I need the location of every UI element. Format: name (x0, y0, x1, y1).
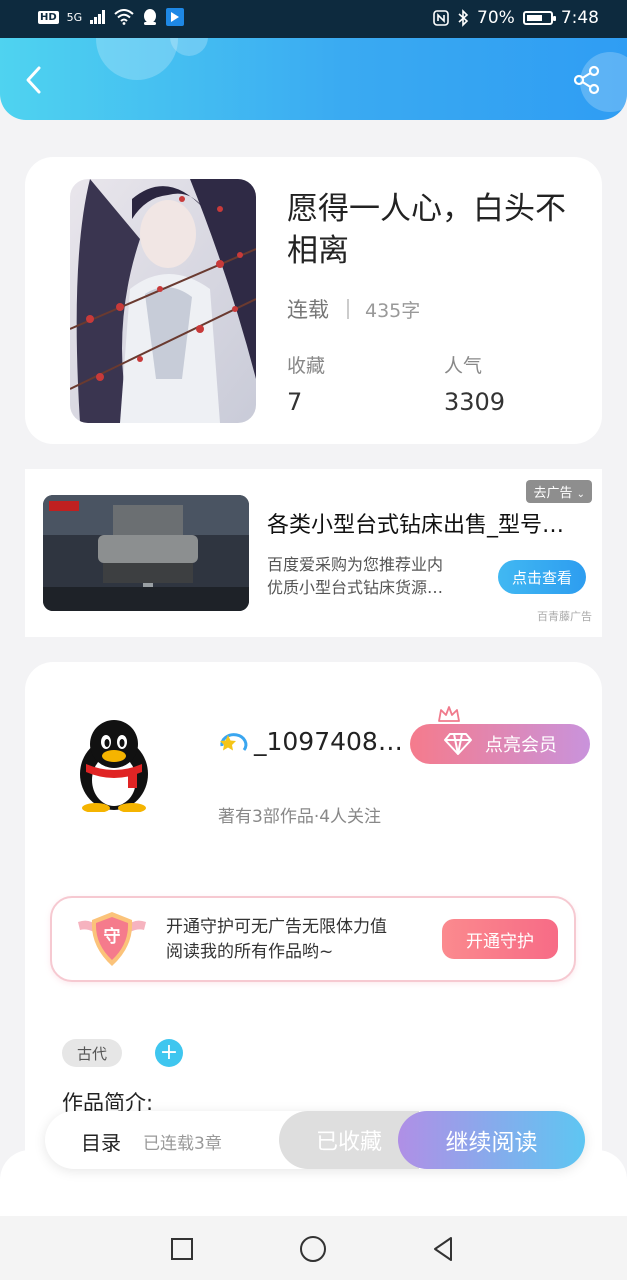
ad-desc-line: 百度爱采购为您推荐业内 (267, 555, 444, 574)
system-nav-bar (0, 1216, 627, 1280)
ad-source-label: 百青藤广告 (537, 610, 592, 623)
author-name-row[interactable]: _1097408… (218, 727, 403, 756)
meta-divider (347, 299, 349, 319)
circle-icon (300, 1236, 326, 1262)
hd-badge: HD (38, 10, 59, 24)
guard-line: 阅读我的所有作品哟~ (166, 942, 334, 962)
ad-title[interactable]: 各类小型台式钻床出售_型号齐全 (267, 507, 577, 539)
back-button[interactable] (14, 60, 54, 100)
ad-thumbnail-graphic (43, 495, 249, 611)
bottom-action-bar: 目录 已连载3章 已收藏 继续阅读 (45, 1111, 585, 1169)
guard-badge-text: 守 (103, 927, 121, 947)
guard-text: 开通守护可无广告无限体力值 阅读我的所有作品哟~ (166, 915, 387, 965)
status-right: 70% 7:48 (433, 8, 599, 28)
ad-description: 百度爱采购为您推荐业内 优质小型台式钻床货源… (267, 553, 477, 599)
serial-status: 连载 (287, 298, 329, 322)
popularity-count: 3309 (444, 388, 506, 416)
level-badge-icon (220, 732, 248, 751)
author-avatar[interactable] (74, 718, 154, 816)
status-left: HD 5G (38, 8, 185, 26)
guard-line: 开通守护可无广告无限体力值 (166, 917, 387, 937)
recents-button[interactable] (165, 1232, 199, 1266)
clock: 7:48 (560, 8, 599, 28)
decor-bubble (96, 38, 178, 80)
cover-illustration (70, 179, 256, 423)
chevron-down-icon: ⌄ (576, 489, 585, 500)
status-bar: HD 5G 70% 7:48 (0, 0, 627, 38)
remove-ad-button[interactable]: 去广告 ⌄ (526, 480, 592, 503)
ad-banner[interactable]: 各类小型台式钻床出售_型号齐全 百度爱采购为您推荐业内 优质小型台式钻床货源… … (25, 469, 602, 637)
toc-button[interactable]: 目录 已连载3章 (45, 1111, 279, 1169)
favorites-label: 收藏 (287, 355, 326, 377)
ad-desc-line: 优质小型台式钻床货源… (267, 578, 444, 597)
share-button[interactable] (567, 60, 607, 100)
light-up-vip-button[interactable]: 点亮会员 (410, 724, 590, 764)
guard-badge: 守 (76, 908, 148, 974)
book-title: 愿得一人心，白头不相离 (287, 191, 566, 269)
continue-reading-button[interactable]: 继续阅读 (398, 1111, 585, 1169)
remove-ad-label: 去广告 (533, 486, 573, 501)
vip-label: 点亮会员 (485, 735, 557, 756)
popularity-label: 人气 (444, 355, 483, 377)
chevron-left-icon (26, 66, 41, 94)
home-button[interactable] (296, 1232, 330, 1266)
toc-label: 目录 (81, 1131, 121, 1155)
battery-percent: 70% (477, 8, 515, 28)
book-cover-image[interactable] (70, 179, 256, 423)
share-icon (573, 65, 600, 95)
qq-penguin-icon (80, 720, 148, 813)
author-stats: 著有3部作品·4人关注 (218, 807, 382, 827)
back-nav-button[interactable] (426, 1232, 460, 1266)
battery-icon (522, 11, 556, 25)
wifi-icon (114, 9, 134, 25)
ad-view-button[interactable]: 点击查看 (498, 560, 586, 594)
add-tag-button[interactable]: + (155, 1039, 183, 1067)
chapter-count: 已连载3章 (143, 1134, 222, 1154)
decor-bubble (170, 38, 208, 56)
word-count: 435字 (365, 299, 421, 322)
triangle-back-icon (434, 1237, 452, 1261)
favorites-count: 7 (287, 388, 303, 416)
guard-banner[interactable]: 守 开通守护可无广告无限体力值 阅读我的所有作品哟~ 开通守护 (50, 896, 576, 982)
app-notification-icon (166, 8, 185, 26)
nfc-icon (433, 10, 449, 26)
square-icon (171, 1238, 193, 1260)
network-label: 5G (66, 10, 83, 24)
signal-icon (90, 10, 106, 24)
header-bar (0, 38, 627, 120)
book-meta: 连载 435字 (287, 294, 420, 324)
author-name: _1097408… (254, 727, 403, 756)
qq-notification-icon (144, 9, 157, 25)
open-guard-button[interactable]: 开通守护 (442, 919, 558, 959)
ad-image[interactable] (43, 495, 249, 611)
diamond-icon (444, 733, 472, 755)
tag-chip[interactable]: 古代 (62, 1039, 122, 1067)
bluetooth-icon (458, 9, 469, 27)
